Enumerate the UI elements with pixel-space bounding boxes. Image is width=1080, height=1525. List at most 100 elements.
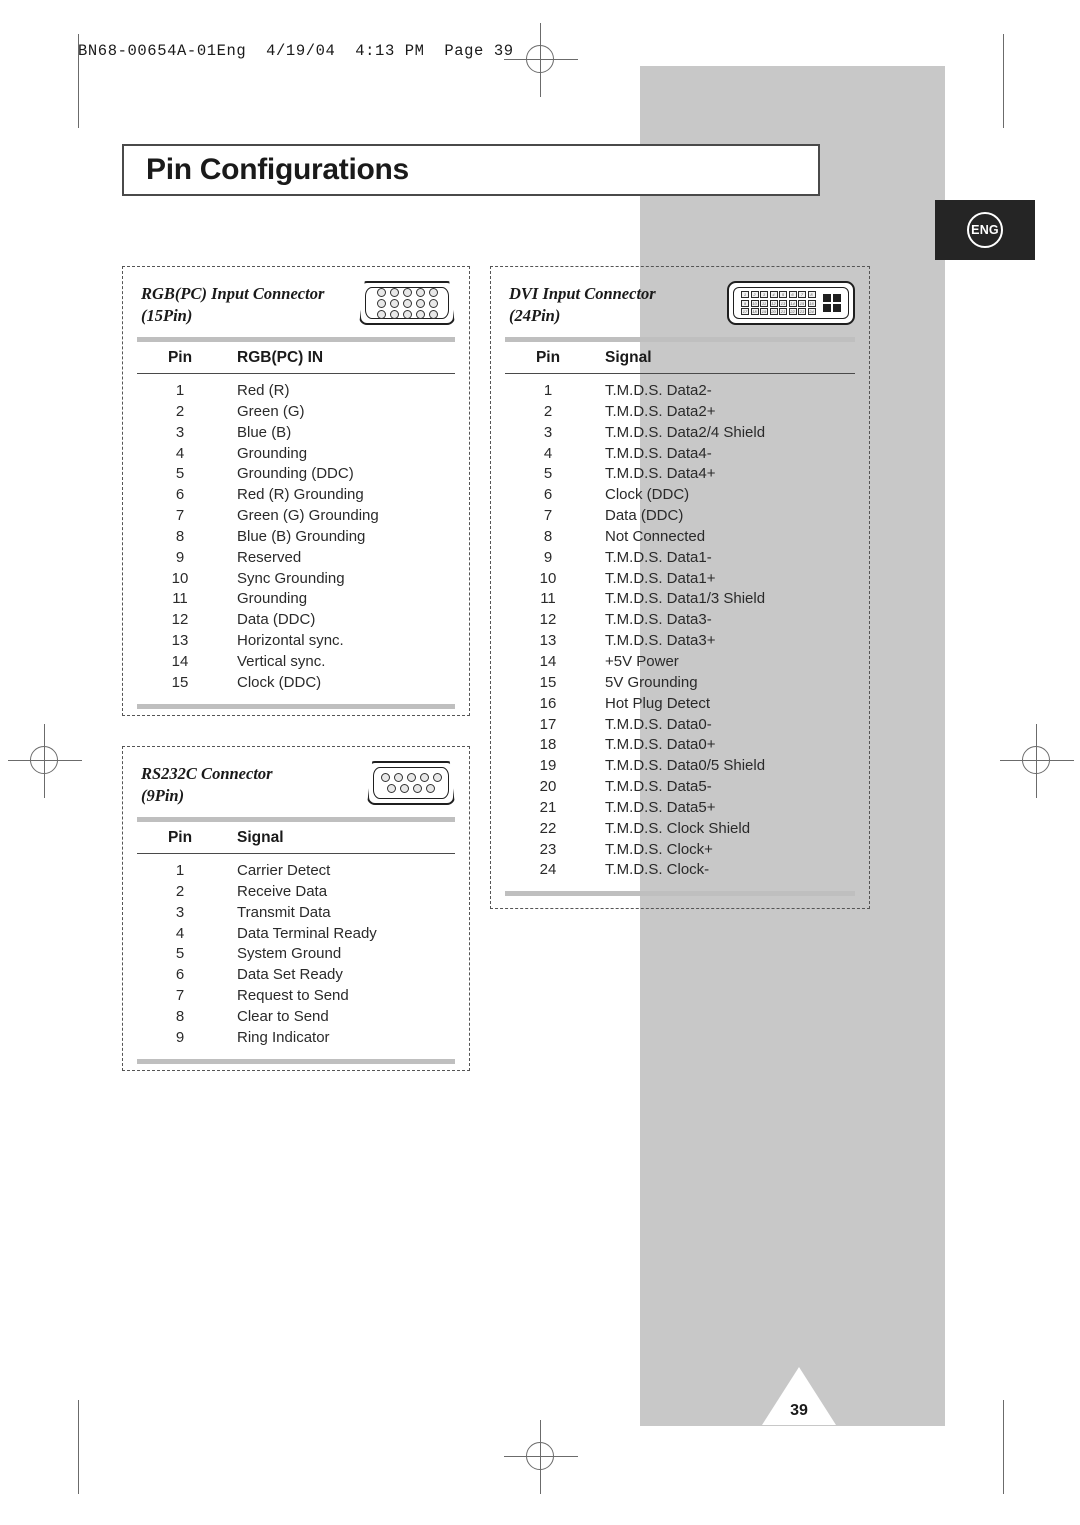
- panel-rgbpc-connector: RGB(PC) Input Connector (15Pin) Pin RGB(…: [122, 266, 470, 716]
- panel-rgbpc-column-headers: Pin RGB(PC) IN: [137, 342, 455, 373]
- signal-name-cell: Carrier Detect: [237, 862, 331, 879]
- pin-number-cell: 1: [175, 862, 185, 879]
- dvi-24pin-shell: 1234 5678 9 10 11 12 13 14 15 16 17 18 19 20 21 22…: [727, 281, 855, 325]
- signal-name-cell: T.M.D.S. Data3+: [605, 632, 716, 650]
- language-badge-circle: ENG: [967, 212, 1003, 248]
- signal-name-cell: T.M.D.S. Clock Shield: [605, 819, 751, 837]
- panel-rgbpc-header: RGB(PC) Input Connector (15Pin): [123, 267, 469, 337]
- table-row: 3 T.M.D.S. Data2/4 Shield: [505, 423, 855, 444]
- signal-name-cell: Transmit Data: [237, 903, 331, 921]
- panel-dvi-title-text: DVI Input Connector: [509, 284, 656, 303]
- pin-number-cell: 15: [171, 673, 189, 691]
- crop-line-left-bottom: [78, 1400, 79, 1494]
- signal-name-cell: Hot Plug Detect: [605, 694, 711, 712]
- table-row: 12 Data (DDC): [137, 610, 455, 631]
- table-row: 11 Grounding: [137, 589, 455, 610]
- pin-number-cell: 2: [175, 402, 185, 420]
- pin-number-cell: 6: [175, 486, 185, 504]
- panel-rs232c-rows: 1 Carrier Detect 2 Receive Data 3 Transmit Da…: [137, 854, 455, 1053]
- dsub-9pin-icon: [367, 761, 455, 805]
- pin-number-cell: 21: [539, 798, 557, 816]
- panel-rs232c-connector: RS232C Connector (9Pin) Pin Signal 1 Carr…: [122, 746, 470, 1071]
- signal-name-cell: T.M.D.S. Data5+: [605, 798, 716, 816]
- table-row: 4 Data Terminal Ready: [137, 924, 455, 945]
- panel-dvi-header: DVI Input Connector (24Pin) 1234 5678 91…: [491, 267, 869, 337]
- pin-number-cell: 9: [175, 548, 185, 566]
- panel-rgbpc-rule-bottom: [137, 703, 455, 709]
- page-number: 39: [790, 1402, 808, 1419]
- signal-name-cell: T.M.D.S. Data4+: [605, 465, 716, 483]
- signal-name-cell: T.M.D.S. Data4-: [605, 444, 712, 462]
- table-row: 19 T.M.D.S. Data0/5 Shield: [505, 756, 855, 777]
- panel-rs232c-rule-bottom: [137, 1058, 455, 1064]
- pin-number-cell: 2: [175, 882, 185, 900]
- signal-name-cell: T.M.D.S. Data1+: [605, 569, 716, 587]
- signal-name-cell: T.M.D.S. Data2-: [605, 382, 712, 399]
- pin-number-cell: 3: [175, 903, 185, 921]
- table-row: 10 Sync Grounding: [137, 569, 455, 590]
- column-header-signal: RGB(PC) IN: [237, 349, 324, 366]
- signal-name-cell: Data (DDC): [237, 611, 316, 629]
- table-row: 14 +5V Power: [505, 652, 855, 673]
- table-row: 2 T.M.D.S. Data2+: [505, 402, 855, 423]
- page-title: Pin Configurations: [146, 153, 409, 186]
- pin-number-cell: 1: [543, 382, 553, 399]
- table-row: 6 Red (R) Grounding: [137, 485, 455, 506]
- table-row: 5 Grounding (DDC): [137, 464, 455, 485]
- pin-number-cell: 11: [540, 590, 556, 608]
- column-header-pin: Pin: [535, 349, 561, 366]
- signal-name-cell: Red (R): [237, 382, 290, 399]
- signal-name-cell: Clock (DDC): [605, 486, 690, 504]
- pin-number-cell: 7: [175, 507, 185, 525]
- pin-number-cell: 5: [543, 465, 553, 483]
- signal-name-cell: Vertical sync.: [237, 652, 326, 670]
- panel-dvi-column-headers: Pin Signal: [505, 342, 855, 373]
- signal-name-cell: Not Connected: [605, 527, 706, 545]
- table-row: 18 T.M.D.S. Data0+: [505, 735, 855, 756]
- table-row: 13 Horizontal sync.: [137, 631, 455, 652]
- table-row: 9 T.M.D.S. Data1-: [505, 548, 855, 569]
- signal-name-cell: T.M.D.S. Data2/4 Shield: [605, 423, 766, 441]
- registration-mark-top: [504, 23, 578, 97]
- signal-name-cell: T.M.D.S. Data3-: [605, 611, 712, 629]
- pin-number-cell: 3: [543, 423, 553, 441]
- table-row: 8 Not Connected: [505, 527, 855, 548]
- panel-rs232c-column-headers: Pin Signal: [137, 822, 455, 853]
- pin-number-cell: 7: [543, 507, 553, 525]
- signal-name-cell: Clock (DDC): [237, 673, 322, 691]
- dvi-24pin-icon: 1234 5678 9 10 11 12 13 14 15 16 17 18 19 20 21 22…: [727, 281, 855, 325]
- pin-number-cell: 3: [175, 423, 185, 441]
- dsub-15pin-pins: [361, 283, 453, 323]
- signal-name-cell: Receive Data: [237, 882, 328, 900]
- signal-name-cell: T.M.D.S. Data0/5 Shield: [605, 757, 766, 775]
- table-row: 6 Clock (DDC): [505, 485, 855, 506]
- table-row: 14 Vertical sync.: [137, 652, 455, 673]
- signal-name-cell: T.M.D.S. Clock-: [605, 861, 710, 879]
- pin-number-cell: 5: [175, 465, 185, 483]
- table-row: 8 Clear to Send: [137, 1007, 455, 1028]
- page-title-box: Pin Configurations: [122, 144, 820, 196]
- pin-number-cell: 2: [543, 402, 553, 420]
- registration-mark-left: [8, 724, 82, 798]
- dsub-15pin-icon: [359, 281, 455, 325]
- panel-rs232c-header: RS232C Connector (9Pin): [123, 747, 469, 817]
- pin-number-cell: 12: [171, 611, 189, 629]
- signal-name-cell: Green (G) Grounding: [237, 507, 379, 525]
- table-row: 9 Ring Indicator: [137, 1028, 455, 1049]
- signal-name-cell: Grounding: [237, 444, 308, 462]
- pin-number-cell: 22: [539, 819, 557, 837]
- table-row: 1 T.M.D.S. Data2-: [505, 381, 855, 402]
- pin-number-cell: 14: [539, 652, 557, 670]
- column-header-signal: Signal: [237, 829, 284, 846]
- table-row: 3 Transmit Data: [137, 903, 455, 924]
- crop-line-right: [1003, 34, 1004, 128]
- table-row: 11 T.M.D.S. Data1/3 Shield: [505, 589, 855, 610]
- dsub-15pin-shell: [359, 281, 455, 325]
- dsub-9pin-shell: [367, 761, 455, 805]
- pin-number-cell: 9: [543, 548, 553, 566]
- signal-name-cell: Blue (B) Grounding: [237, 527, 366, 545]
- signal-name-cell: Sync Grounding: [237, 569, 345, 587]
- pin-number-cell: 17: [539, 715, 557, 733]
- table-row: 4 T.M.D.S. Data4-: [505, 444, 855, 465]
- table-row: 24 T.M.D.S. Clock-: [505, 860, 855, 881]
